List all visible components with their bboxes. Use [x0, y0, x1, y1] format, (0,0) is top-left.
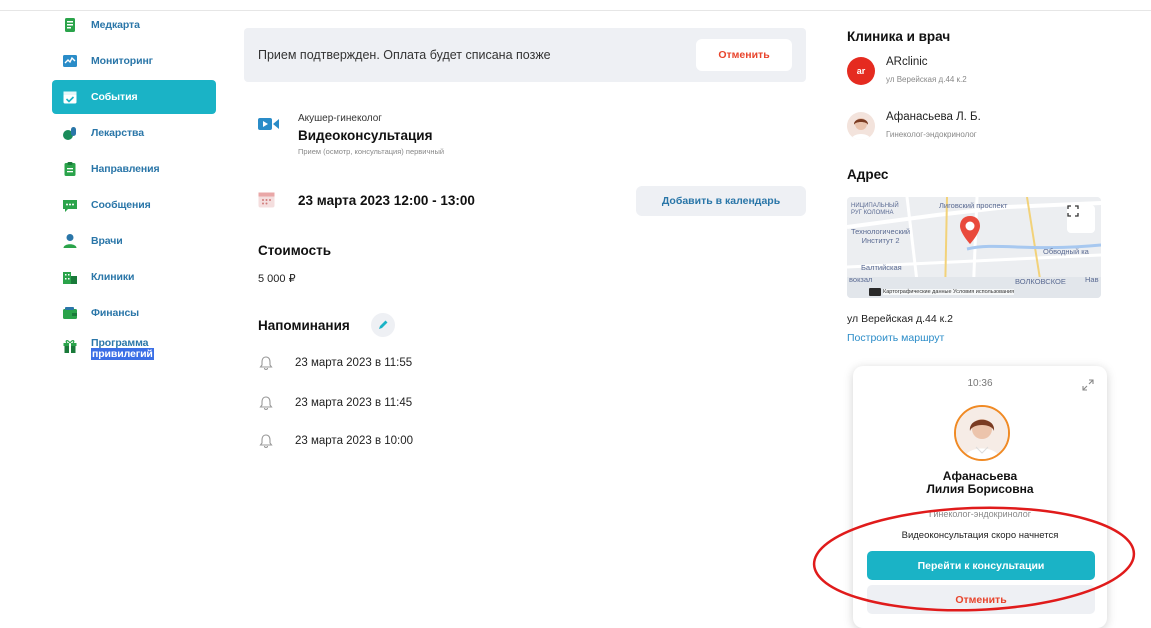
reminder-time: 23 марта 2023 в 11:55 [295, 357, 413, 369]
sidebar-item-label: Врачи [91, 235, 123, 247]
sidebar-item-label: События [91, 91, 138, 103]
map-provider-logo [869, 288, 881, 296]
clinic-doctor-title: Клиника и врач [847, 29, 951, 44]
sidebar-item-privilege-program[interactable]: Программа привилегий [52, 332, 216, 372]
cancel-appointment-button[interactable]: Отменить [696, 39, 792, 71]
clinic-logo[interactable]: ar [847, 57, 875, 85]
go-to-consultation-button[interactable]: Перейти к консультации [867, 551, 1095, 580]
sidebar-item-finance[interactable]: Финансы [52, 296, 216, 330]
map-label-district: НИЦИПАЛЬНЫЙ РУГ КОЛОМНА [851, 203, 899, 216]
edit-reminders-button[interactable] [371, 313, 395, 337]
fullscreen-icon [1067, 205, 1079, 217]
clinic-address: ул Верейская д.44 к.2 [886, 75, 967, 84]
medcard-icon [62, 17, 78, 33]
sidebar-item-label: Лекарства [91, 127, 144, 139]
sidebar-item-label: Финансы [91, 307, 140, 319]
map-label-nav: Нав [1085, 275, 1099, 284]
map-label-canal: Обводный ка [1043, 247, 1089, 256]
medicine-icon [62, 125, 78, 141]
monitoring-icon [62, 53, 78, 69]
call-doctor-role: Гинеколог-эндокринолог [928, 509, 1032, 519]
specialty-label: Акушер-гинеколог [298, 113, 382, 124]
doctor-photo [954, 405, 1010, 461]
fullscreen-map-button[interactable] [1067, 205, 1095, 233]
consultation-type: Видеоконсультация [298, 128, 433, 143]
referrals-icon [62, 161, 78, 177]
doctor-avatar[interactable] [847, 112, 875, 140]
reminder-time: 23 марта 2023 в 11:45 [295, 397, 413, 409]
sidebar-item-medcard[interactable]: Медкарта [52, 8, 216, 42]
cost-title: Стоимость [258, 243, 332, 258]
reminder-time: 23 марта 2023 в 10:00 [295, 435, 414, 447]
call-doctor-name: Афанасьева Лилия Борисовна [853, 470, 1107, 496]
add-to-calendar-button[interactable]: Добавить в календарь [636, 186, 806, 216]
bell-icon [259, 434, 273, 448]
reminder-item: 23 марта 2023 в 11:55 [258, 353, 412, 373]
finance-icon [62, 305, 78, 321]
sidebar-item-medicine[interactable]: Лекарства [52, 116, 216, 150]
doctor-role: Гинеколог-эндокринолог [886, 130, 977, 139]
consultation-subtype: Прием (осмотр, консультация) первичный [298, 147, 445, 156]
bell-icon [259, 396, 273, 410]
clinic-full-address: ул Верейская д.44 к.2 [847, 313, 953, 325]
video-call-widget: 10:36 Афанасьева Лилия Борисовна Гинекол… [853, 366, 1107, 628]
map[interactable]: НИЦИПАЛЬНЫЙ РУГ КОЛОМНА Лиговский проспе… [847, 197, 1101, 298]
sidebar-item-label: Медкарта [91, 19, 140, 31]
expand-icon[interactable] [1081, 378, 1095, 392]
call-status: Видеоконсультация скоро начнется [901, 530, 1059, 541]
map-attribution: Картографические данные Условия использо… [883, 289, 1015, 295]
call-time: 10:36 [967, 378, 993, 389]
build-route-link[interactable]: Построить маршрут [847, 332, 944, 344]
doctors-icon [62, 233, 78, 249]
sidebar-item-clinics[interactable]: Клиники [52, 260, 216, 294]
reminders-title: Напоминания [258, 318, 350, 333]
sidebar-item-referrals[interactable]: Направления [52, 152, 216, 186]
doctor-name[interactable]: Афанасьева Л. Б. [886, 111, 981, 123]
gift-icon [62, 338, 78, 354]
sidebar: Медкарта Мониторинг События Лекарства На… [52, 8, 216, 374]
calendar-icon [258, 192, 275, 208]
map-label-street: Лиговский проспект [939, 201, 1008, 210]
clinics-icon [62, 269, 78, 285]
map-pin-icon [960, 216, 980, 244]
bell-icon [259, 356, 273, 370]
appointment-datetime: 23 марта 2023 12:00 - 13:00 [298, 193, 475, 208]
program-label-line2: привилегий [91, 348, 154, 360]
events-icon [62, 89, 78, 105]
map-label-institute: Технологический Институт 2 [851, 227, 911, 245]
sidebar-item-events[interactable]: События [52, 80, 216, 114]
confirmation-message: Прием подтвержден. Оплата будет списана … [258, 48, 551, 62]
sidebar-item-label: Клиники [91, 271, 135, 283]
sidebar-item-label: Сообщения [91, 199, 151, 211]
sidebar-item-messages[interactable]: Сообщения [52, 188, 216, 222]
sidebar-item-label: Программа привилегий [91, 338, 154, 360]
widget-cancel-button[interactable]: Отменить [867, 585, 1095, 614]
date-row: 23 марта 2023 12:00 - 13:00 Добавить в к… [258, 186, 806, 216]
map-label-station: Балтийская [861, 263, 902, 272]
clinic-logo-text: ar [856, 66, 866, 76]
sidebar-item-doctors[interactable]: Врачи [52, 224, 216, 258]
map-label-volkovskoe: ВОЛКОВСКОЕ [1015, 277, 1066, 286]
cost-value: 5 000 ₽ [258, 273, 296, 285]
address-title: Адрес [847, 167, 889, 182]
confirmation-banner: Прием подтвержден. Оплата будет списана … [244, 28, 806, 82]
messages-icon [62, 197, 78, 213]
reminder-item: 23 марта 2023 в 11:45 [258, 393, 412, 413]
call-doctor-surname: Афанасьева [942, 469, 1018, 483]
video-camera-icon [258, 118, 279, 130]
sidebar-item-label: Направления [91, 163, 160, 175]
pencil-icon [379, 320, 388, 329]
sidebar-item-label: Мониторинг [91, 55, 153, 67]
clinic-name[interactable]: ARclinic [886, 56, 928, 68]
map-label-vokzal: вокзал [849, 275, 873, 284]
sidebar-item-monitoring[interactable]: Мониторинг [52, 44, 216, 78]
call-doctor-given-names: Лилия Борисовна [926, 482, 1034, 496]
reminder-item: 23 марта 2023 в 10:00 [258, 431, 413, 451]
